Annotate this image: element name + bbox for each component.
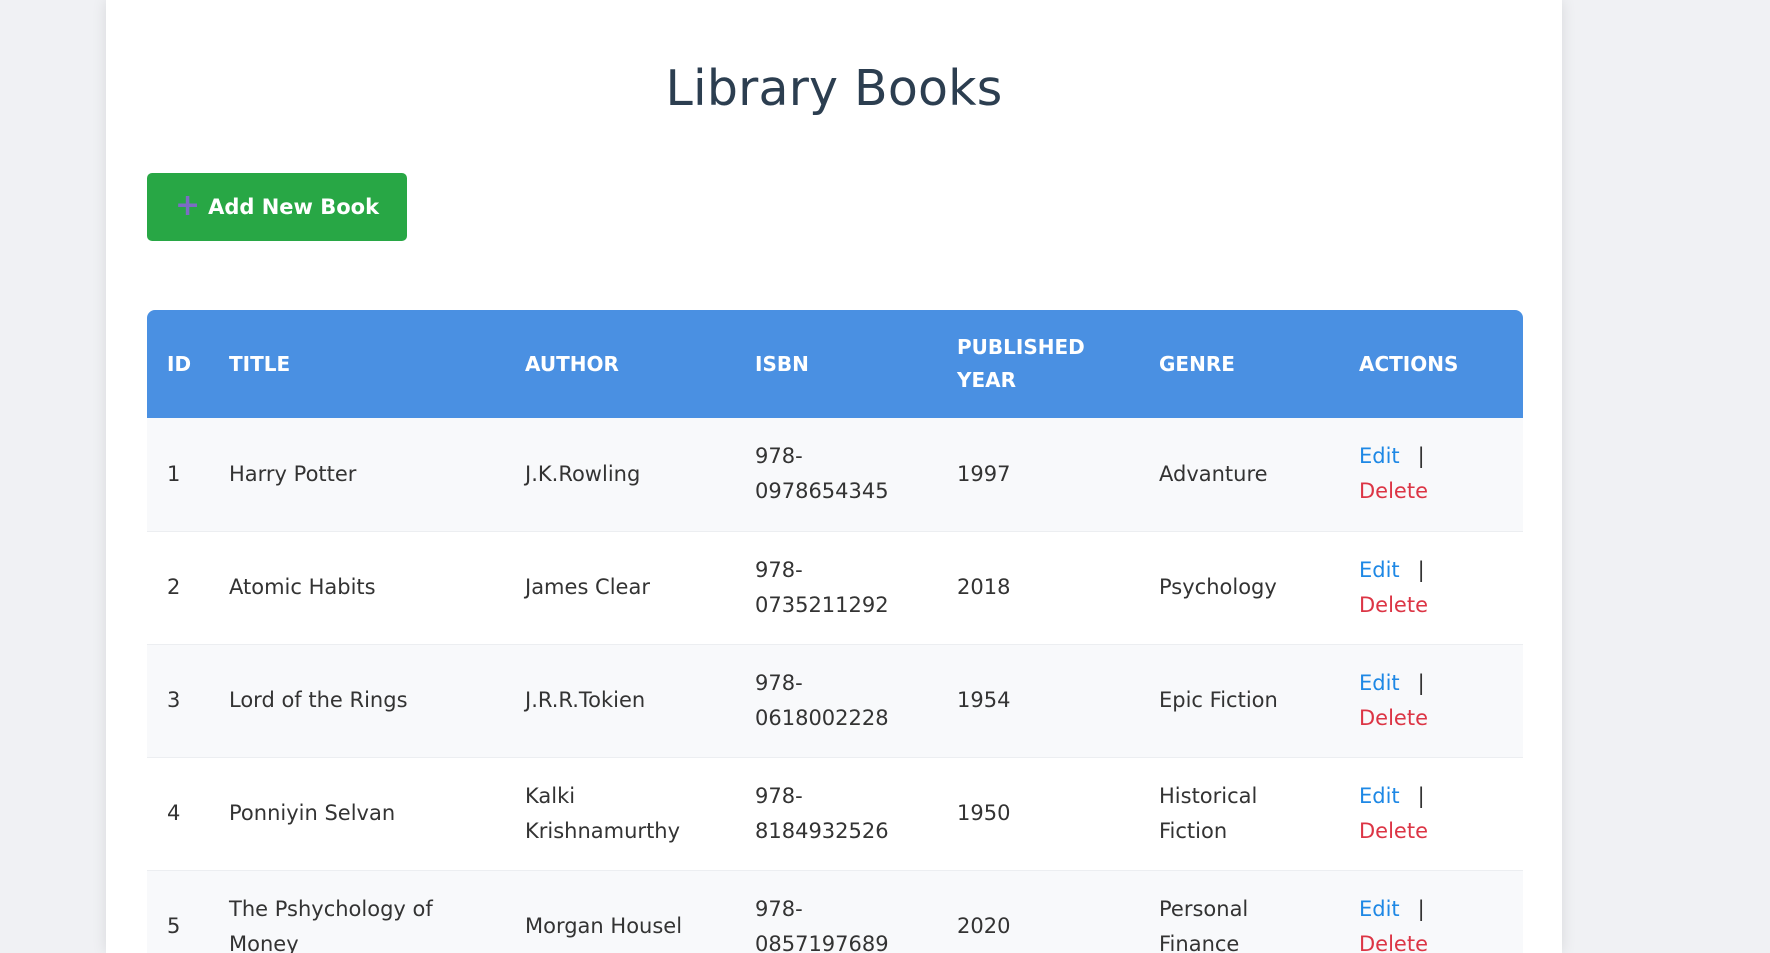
table-row: 1 Harry Potter J.K.Rowling 978-097865434…: [147, 418, 1523, 532]
cell-id: 2: [147, 531, 209, 645]
cell-id: 4: [147, 757, 209, 871]
header-genre: GENRE: [1159, 351, 1235, 376]
cell-id: 5: [147, 870, 209, 953]
cell-id: 1: [147, 418, 209, 532]
cell-title: Lord of the Rings: [209, 644, 505, 758]
page-title: Library Books: [665, 60, 1003, 117]
cell-year: 1997: [937, 418, 1139, 532]
books-table-container: ID TITLE AUTHOR ISBN PUBLISHED YEAR GENR…: [147, 310, 1523, 953]
table-row: 4 Ponniyin Selvan Kalki Krishnamurthy 97…: [147, 757, 1523, 871]
cell-actions: Edit | Delete: [1339, 531, 1523, 645]
cell-isbn: 978-8184932526: [735, 757, 937, 871]
cell-genre: Historical Fiction: [1139, 757, 1339, 871]
cell-author: J.K.Rowling: [505, 418, 735, 532]
action-separator: |: [1417, 557, 1425, 582]
action-separator: |: [1417, 444, 1425, 469]
cell-year: 2020: [937, 870, 1139, 953]
add-new-book-label: Add New Book: [208, 195, 380, 219]
cell-isbn: 978-0857197689: [735, 870, 937, 953]
cell-actions: Edit | Delete: [1339, 757, 1523, 871]
edit-link[interactable]: Edit: [1359, 444, 1400, 468]
table-row: 3 Lord of the Rings J.R.R.Tokien 978-061…: [147, 644, 1523, 758]
table-header-row: ID TITLE AUTHOR ISBN PUBLISHED YEAR GENR…: [147, 310, 1523, 418]
cell-title: Harry Potter: [209, 418, 505, 532]
header-isbn: ISBN: [755, 351, 809, 376]
delete-link[interactable]: Delete: [1359, 479, 1428, 503]
cell-isbn: 978-0618002228: [735, 644, 937, 758]
cell-author: Kalki Krishnamurthy: [505, 757, 735, 871]
edit-link[interactable]: Edit: [1359, 784, 1400, 808]
cell-actions: Edit | Delete: [1339, 418, 1523, 532]
viewport: Library Books + Add New Book ID TITLE AU…: [0, 0, 1770, 953]
edit-link[interactable]: Edit: [1359, 897, 1400, 921]
cell-genre: Advanture: [1139, 418, 1339, 532]
header-id: ID: [167, 351, 192, 376]
cell-title: The Pshychology of Money: [209, 870, 505, 953]
add-new-book-button[interactable]: + Add New Book: [147, 173, 407, 241]
cell-year: 1954: [937, 644, 1139, 758]
cell-genre: Personal Finance: [1139, 870, 1339, 953]
action-separator: |: [1417, 896, 1425, 921]
cell-title: Atomic Habits: [209, 531, 505, 645]
edit-link[interactable]: Edit: [1359, 671, 1400, 695]
table-row: 2 Atomic Habits James Clear 978-07352112…: [147, 531, 1523, 645]
cell-year: 2018: [937, 531, 1139, 645]
edit-link[interactable]: Edit: [1359, 558, 1400, 582]
action-separator: |: [1417, 783, 1425, 808]
header-author: AUTHOR: [525, 351, 619, 376]
cell-author: Morgan Housel: [505, 870, 735, 953]
delete-link[interactable]: Delete: [1359, 706, 1428, 730]
main-card: Library Books + Add New Book ID TITLE AU…: [106, 0, 1562, 953]
cell-actions: Edit | Delete: [1339, 644, 1523, 758]
cell-isbn: 978-0978654345: [735, 418, 937, 532]
delete-link[interactable]: Delete: [1359, 932, 1428, 953]
cell-genre: Epic Fiction: [1139, 644, 1339, 758]
header-published-year: PUBLISHED YEAR: [957, 335, 1085, 392]
books-table: ID TITLE AUTHOR ISBN PUBLISHED YEAR GENR…: [147, 310, 1523, 953]
cell-year: 1950: [937, 757, 1139, 871]
action-separator: |: [1417, 670, 1425, 695]
delete-link[interactable]: Delete: [1359, 819, 1428, 843]
cell-actions: Edit | Delete: [1339, 870, 1523, 953]
plus-icon: +: [174, 188, 201, 223]
cell-author: James Clear: [505, 531, 735, 645]
cell-title: Ponniyin Selvan: [209, 757, 505, 871]
table-row: 5 The Pshychology of Money Morgan Housel…: [147, 870, 1523, 953]
cell-author: J.R.R.Tokien: [505, 644, 735, 758]
cell-genre: Psychology: [1139, 531, 1339, 645]
header-title: TITLE: [229, 351, 291, 376]
cell-id: 3: [147, 644, 209, 758]
delete-link[interactable]: Delete: [1359, 593, 1428, 617]
cell-isbn: 978-0735211292: [735, 531, 937, 645]
header-actions: ACTIONS: [1359, 351, 1459, 376]
